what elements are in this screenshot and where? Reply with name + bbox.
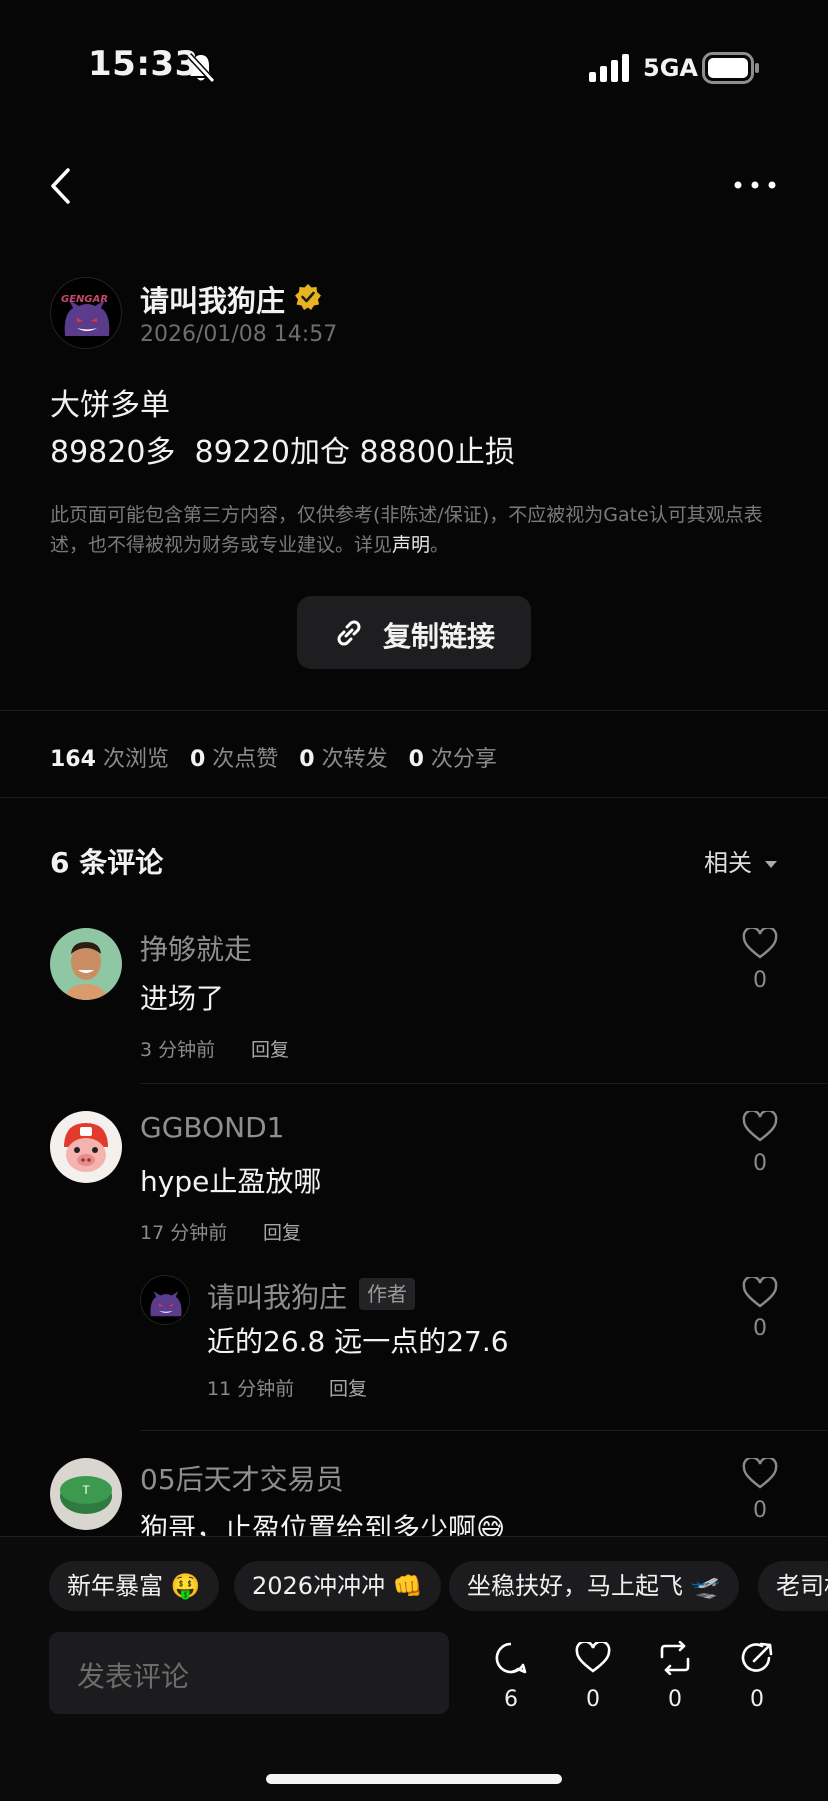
reply-button[interactable]: 回复	[251, 1035, 289, 1062]
comment-like-count: 0	[753, 1151, 767, 1176]
quick-reply-chip[interactable]: 2026冲冲冲 👊	[234, 1561, 441, 1611]
views-count: 164	[50, 747, 96, 772]
copy-link-button[interactable]: 复制链接	[297, 596, 531, 669]
comment-time: 17 分钟前	[140, 1222, 228, 1244]
copy-link-label: 复制链接	[383, 620, 496, 653]
reposts-count: 0	[299, 747, 315, 772]
views-label: 次浏览	[102, 747, 169, 772]
disclaimer-link[interactable]: 声明	[392, 534, 430, 556]
post-datetime: 2026/01/08 14:57	[140, 322, 338, 347]
comment-author[interactable]: 挣够就走	[140, 928, 252, 968]
commenter-avatar[interactable]: T	[50, 1458, 122, 1530]
comment-author[interactable]: 05后天才交易员	[140, 1458, 344, 1498]
reposts-label: 次转发	[321, 747, 388, 772]
avatar-logo-text: GENGAR	[61, 294, 109, 305]
repost-icon[interactable]	[658, 1641, 692, 1675]
gengar-icon	[150, 1291, 182, 1317]
svg-text:T: T	[82, 1483, 90, 1497]
quick-reply-chip[interactable]: 新年暴富 🤑	[49, 1561, 219, 1611]
status-time: 15:33	[88, 44, 199, 84]
quick-reply-chip[interactable]: 坐稳扶好，马上起飞 🛫	[449, 1561, 739, 1611]
disclaimer: 此页面可能包含第三方内容，仅供参考(非陈述/保证)，不应被视为Gate认可其观点…	[50, 500, 780, 560]
gengar-icon	[64, 300, 110, 336]
comment-input-placeholder: 发表评论	[77, 1660, 190, 1693]
author-badge: 作者	[359, 1278, 415, 1310]
heart-icon[interactable]	[742, 1277, 778, 1309]
more-options-icon[interactable]	[734, 180, 776, 190]
post-stats: 164 次浏览 0 次点赞 0 次转发 0 次分享	[50, 741, 497, 773]
heart-icon[interactable]	[742, 1111, 778, 1143]
person-avatar-icon	[64, 942, 108, 1000]
comment-time: 3 分钟前	[140, 1039, 216, 1061]
post-line-2: 89820多 89220加仓 88800止损	[50, 435, 515, 470]
quick-reply-chip[interactable]: 老司机	[758, 1561, 828, 1611]
sort-dropdown[interactable]: 相关	[704, 843, 778, 878]
author-avatar[interactable]: GENGAR	[50, 277, 122, 349]
shares-count: 0	[408, 747, 424, 772]
repost-count: 0	[668, 1687, 682, 1712]
home-indicator[interactable]	[266, 1774, 562, 1784]
comments-count-title: 6 条评论	[50, 846, 164, 879]
reply-author[interactable]: 请叫我狗庄	[207, 1276, 347, 1316]
heart-icon[interactable]	[742, 1458, 778, 1490]
share-count: 0	[750, 1687, 764, 1712]
silent-bell-icon	[186, 52, 216, 84]
like-count: 0	[586, 1687, 600, 1712]
comment-icon[interactable]	[494, 1641, 528, 1675]
link-icon	[337, 620, 361, 646]
comment-count: 6	[504, 1687, 518, 1712]
comment-like-count: 0	[753, 1498, 767, 1523]
author-name[interactable]: 请叫我狗庄	[140, 278, 285, 320]
disclaimer-end: 。	[430, 534, 450, 556]
commenter-avatar[interactable]	[50, 1111, 122, 1183]
commenter-avatar[interactable]	[50, 928, 122, 1000]
reply-like-count: 0	[753, 1316, 767, 1341]
caret-down-icon	[764, 861, 777, 868]
shares-label: 次分享	[430, 747, 497, 772]
reply-text: 近的26.8 远一点的27.6	[207, 1325, 509, 1358]
sort-label: 相关	[704, 849, 752, 877]
reply-button[interactable]: 回复	[263, 1218, 301, 1245]
comment-input[interactable]: 发表评论	[49, 1632, 449, 1714]
share-icon[interactable]	[740, 1641, 774, 1675]
post-line-1: 大饼多单	[50, 388, 170, 423]
likes-count: 0	[189, 747, 206, 772]
reply-avatar[interactable]	[140, 1275, 190, 1325]
likes-label: 次点赞	[212, 747, 279, 772]
verified-badge-icon	[295, 284, 321, 310]
pig-avatar-icon	[64, 1123, 108, 1172]
like-icon[interactable]	[575, 1642, 611, 1674]
reply-button[interactable]: 回复	[329, 1374, 367, 1401]
cake-avatar-icon: T	[60, 1476, 112, 1514]
reply-time: 11 分钟前	[207, 1378, 295, 1400]
comment-like-count: 0	[753, 968, 767, 993]
back-arrow-icon[interactable]	[48, 166, 74, 206]
comment-text: 进场了	[140, 982, 225, 1015]
comment-author[interactable]: GGBOND1	[140, 1111, 284, 1144]
signal-icon	[589, 54, 629, 82]
comment-text: hype止盈放哪	[140, 1165, 322, 1198]
network-type: 5GA	[643, 54, 698, 82]
battery-icon	[702, 52, 759, 84]
heart-icon[interactable]	[742, 928, 778, 960]
